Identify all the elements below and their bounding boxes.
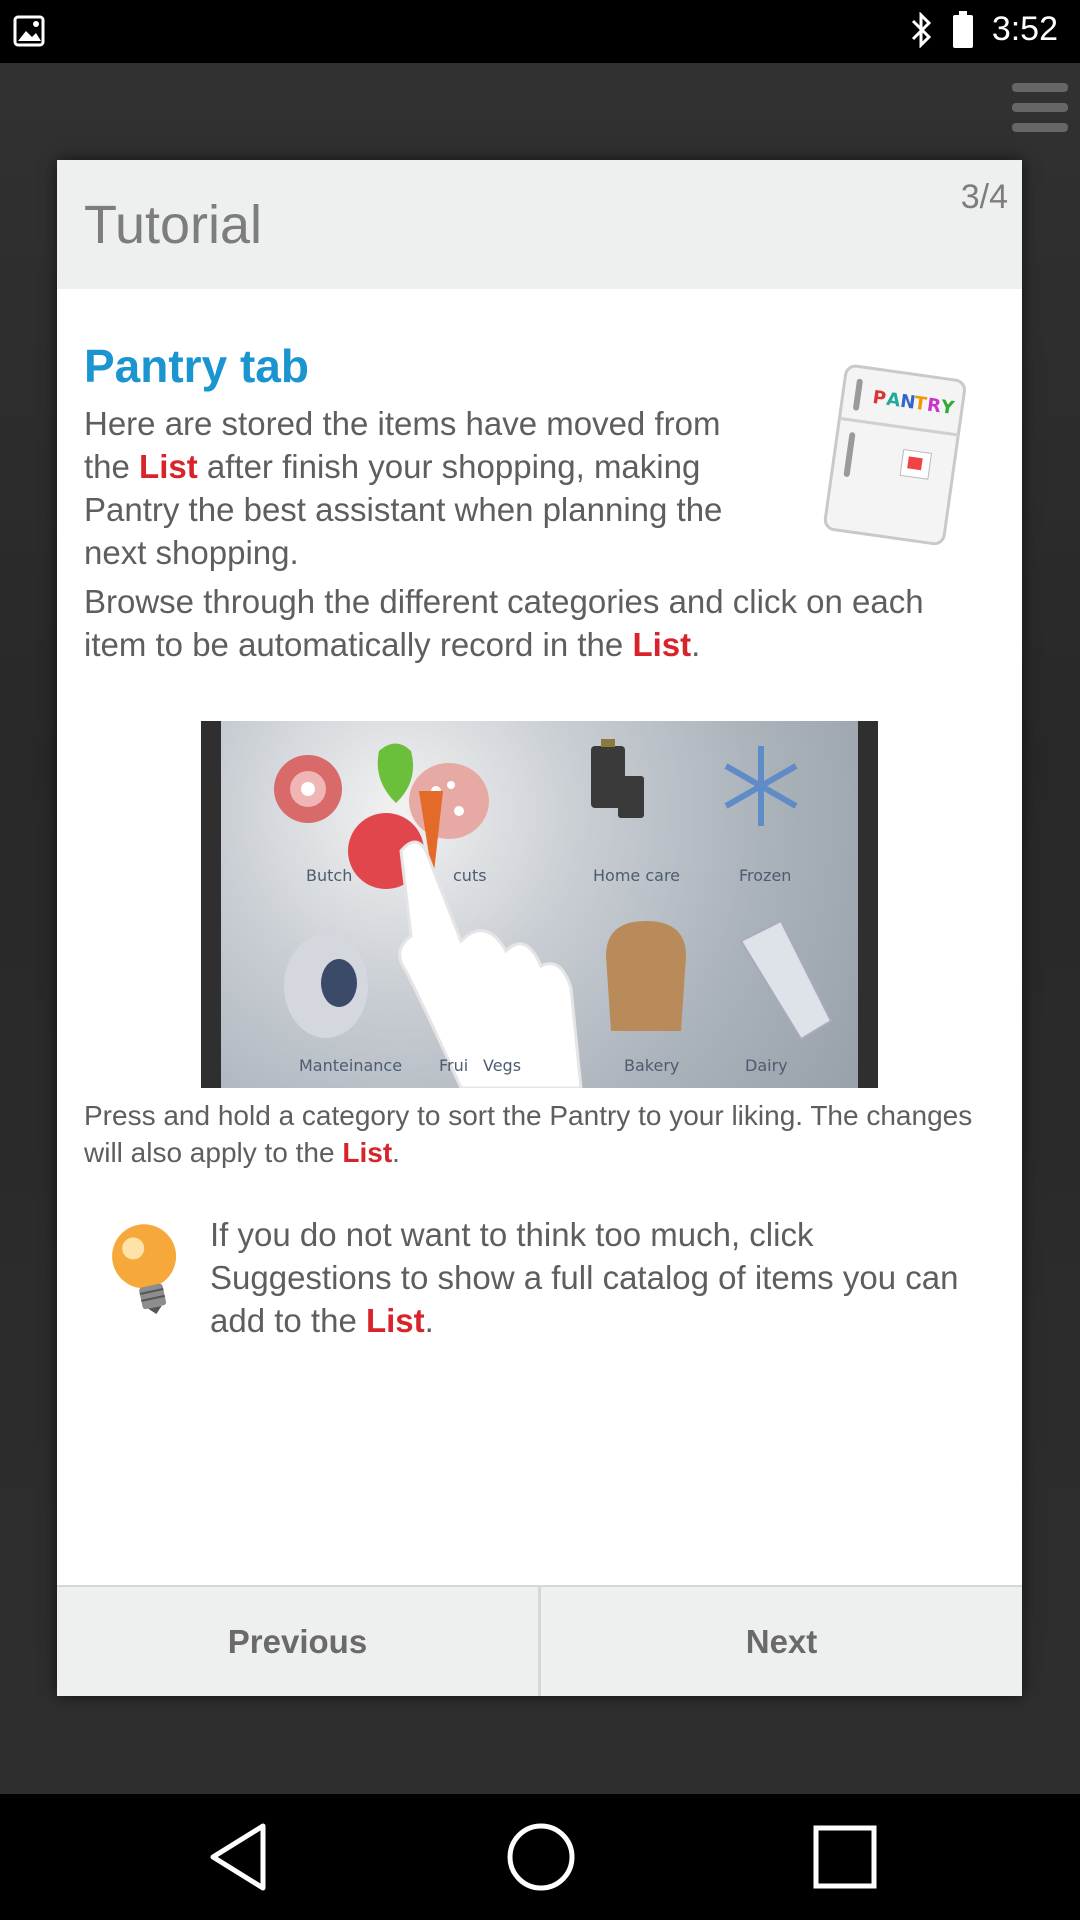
bluetooth-icon [911,11,931,48]
battery-icon [952,10,973,48]
svg-text:Home care: Home care [593,866,680,885]
svg-text:Bakery: Bakery [624,1056,679,1075]
photo-icon [13,15,45,47]
pantry-tutorial-image: Butch cuts Home care Frozen Manteinance … [201,721,878,1088]
svg-text:Vegs: Vegs [483,1056,521,1075]
status-bar: 3:52 [0,0,1080,63]
category-illustration: Butch cuts Home care Frozen Manteinance … [274,739,833,1088]
next-button[interactable]: Next [541,1585,1022,1696]
lightbulb-icon [112,1224,177,1315]
svg-text:Frozen: Frozen [739,866,791,885]
list-highlight: List [342,1137,393,1168]
previous-button[interactable]: Previous [57,1585,541,1696]
list-highlight: List [139,448,198,485]
dialog-header: Tutorial 3/4 [57,160,1022,289]
recents-icon[interactable] [810,1820,880,1894]
clock: 3:52 [991,10,1058,48]
svg-text:Dairy: Dairy [745,1056,788,1075]
dialog-body: Pantry tab Here are stored the items hav… [57,289,1022,1585]
tutorial-dialog: Tutorial 3/4 Pantry tab Here are stored … [57,160,1022,1696]
dialog-title: Tutorial [84,195,263,255]
svg-text:cuts: cuts [453,866,487,885]
dialog-footer: Previous Next [57,1585,1022,1696]
paragraph-browse-categories: Browse through the different categories … [84,583,924,663]
paragraph-stored-items: Here are stored the items have moved fro… [84,405,723,571]
list-highlight: List [632,626,692,663]
page-indicator: 3/4 [960,178,1008,216]
home-icon[interactable] [504,1820,578,1894]
paragraph-press-hold: Press and hold a category to sort the Pa… [84,1100,973,1168]
svg-text:Frui: Frui [439,1056,468,1075]
section-title: Pantry tab [84,340,309,392]
list-highlight: List [365,1302,425,1339]
back-icon[interactable] [205,1820,275,1894]
pantry-fridge-icon: P A N T R Y [823,364,967,546]
svg-text:Butch: Butch [306,866,352,885]
notification-icons [12,14,46,48]
svg-text:Manteinance: Manteinance [299,1056,402,1075]
paragraph-suggestions: If you do not want to think too much, cl… [210,1216,959,1339]
navigation-bar [0,1794,1080,1920]
